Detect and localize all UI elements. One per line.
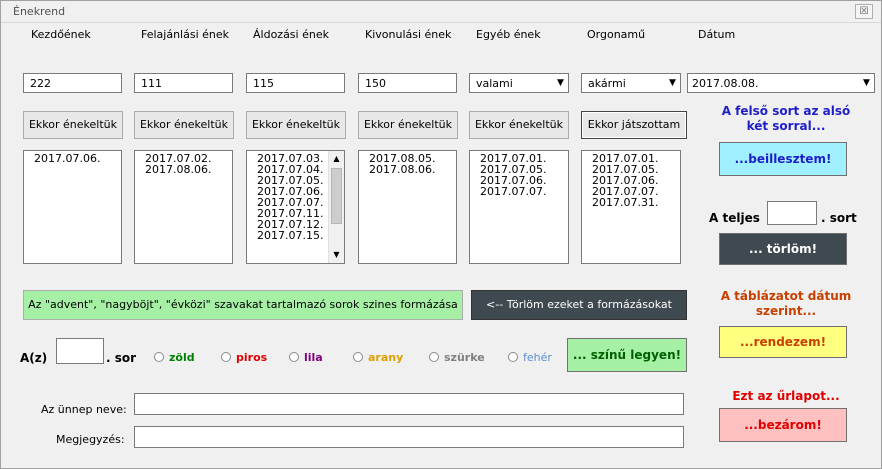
sort-heading: A táblázatot dátum szerint... (701, 289, 871, 319)
kezdoenek-history-button[interactable]: Ekkor énekeltük (23, 111, 123, 139)
kezdoenek-date-list[interactable]: 2017.07.06. (23, 150, 122, 264)
orgonamu-history-button[interactable]: Ekkor játszottam (581, 111, 687, 139)
kivonulasi-history-button[interactable]: Ekkor énekeltük (358, 111, 458, 139)
radio-label-feher: fehér (523, 351, 552, 364)
clear-format-button[interactable]: <-- Törlöm ezeket a formázásokat (471, 290, 687, 320)
radio-label-piros: piros (236, 351, 268, 364)
radio-feher[interactable]: fehér (508, 351, 552, 364)
paste-heading: A felső sort az alsó két sorral... (701, 104, 871, 134)
aldozasi-date-list[interactable]: 2017.07.03. 2017.07.04. 2017.07.05. 2017… (246, 150, 345, 264)
note-label: Megjegyzés: (56, 433, 125, 446)
felajanlasi-date-list[interactable]: 2017.07.02. 2017.08.06. (134, 150, 233, 264)
header-aldozasi: Áldozási ének (253, 28, 329, 41)
list-item[interactable]: 2017.08.06. (359, 164, 456, 175)
kivonulasi-date-list[interactable]: 2017.08.05. 2017.08.06. (358, 150, 457, 264)
chevron-down-icon[interactable]: ▼ (664, 74, 680, 92)
radio-lila[interactable]: lila (289, 351, 323, 364)
color-row-suffix: . sor (106, 351, 137, 365)
scroll-down-icon[interactable]: ▼ (329, 247, 344, 263)
feast-name-input[interactable] (134, 393, 684, 415)
radio-label-szurke: szürke (444, 351, 485, 364)
egyeb-combo[interactable]: valami ▼ (469, 73, 569, 93)
header-orgonamu: Orgonamű (587, 28, 646, 41)
apply-color-button[interactable]: ... színű legyen! (567, 338, 687, 372)
scroll-thumb[interactable] (331, 168, 342, 224)
radio-label-lila: lila (304, 351, 323, 364)
egyeb-history-button[interactable]: Ekkor énekeltük (469, 111, 569, 139)
delete-row-input[interactable] (767, 201, 817, 225)
radio-circle-icon[interactable] (508, 352, 518, 362)
list-item[interactable]: 2017.08.06. (135, 164, 232, 175)
kezdoenek-input[interactable]: 222 (23, 73, 122, 93)
radio-piros[interactable]: piros (221, 351, 267, 364)
radio-circle-icon[interactable] (154, 352, 164, 362)
list-item[interactable]: 2017.07.07. (470, 186, 568, 197)
header-felajanlasi: Felajánlási ének (141, 28, 230, 41)
scroll-up-icon[interactable]: ▲ (329, 151, 344, 167)
delete-suffix: . sort (821, 211, 857, 225)
delete-prefix: A teljes (709, 211, 760, 225)
kivonulasi-input[interactable]: 150 (358, 73, 457, 93)
datum-combo-value: 2017.08.08. (692, 77, 759, 90)
close-form-button[interactable]: ...bezárom! (719, 408, 847, 442)
aldozasi-input[interactable]: 115 (246, 73, 345, 93)
delete-row-button[interactable]: ... törlöm! (719, 233, 847, 265)
note-input[interactable] (134, 426, 684, 448)
radio-circle-icon[interactable] (289, 352, 299, 362)
list-item[interactable]: 2017.07.06. (24, 153, 121, 164)
radio-zold[interactable]: zöld (154, 351, 195, 364)
felajanlasi-history-button[interactable]: Ekkor énekeltük (134, 111, 234, 139)
window-title: Énekrend (13, 5, 66, 18)
paste-heading-line1: A felső sort az alsó (721, 104, 851, 118)
color-row-prefix: A(z) (20, 351, 48, 365)
format-rows-button[interactable]: Az "advent", "nagyböjt", "évközi" szavak… (23, 290, 463, 320)
feast-name-label: Az ünnep neve: (41, 403, 127, 416)
sort-heading-line1: A táblázatot dátum (720, 289, 852, 303)
title-bar: Énekrend ☒ (1, 1, 881, 23)
orgonamu-combo-value: akármi (588, 77, 626, 90)
header-kezdoenek: Kezdőének (31, 28, 91, 41)
aldozasi-history-button[interactable]: Ekkor énekeltük (246, 111, 346, 139)
radio-arany[interactable]: arany (353, 351, 403, 364)
radio-circle-icon[interactable] (429, 352, 439, 362)
radio-szurke[interactable]: szürke (429, 351, 485, 364)
chevron-down-icon[interactable]: ▼ (858, 74, 874, 92)
orgonamu-combo[interactable]: akármi ▼ (581, 73, 681, 93)
header-egyeb: Egyéb ének (476, 28, 541, 41)
close-window-button[interactable]: ☒ (855, 4, 873, 19)
felajanlasi-input[interactable]: 111 (134, 73, 233, 93)
header-datum: Dátum (698, 28, 736, 41)
form-window: Énekrend ☒ Kezdőének Felajánlási ének Ál… (0, 0, 882, 469)
list-item[interactable]: 2017.07.31. (582, 197, 680, 208)
datum-combo[interactable]: 2017.08.08. ▼ (687, 73, 875, 93)
paste-button[interactable]: ...beillesztem! (719, 142, 847, 176)
header-kivonulasi: Kivonulási ének (365, 28, 452, 41)
sort-button[interactable]: ...rendezem! (719, 326, 847, 358)
close-heading: Ezt az űrlapot... (732, 389, 840, 403)
radio-circle-icon[interactable] (221, 352, 231, 362)
color-row-input[interactable] (56, 338, 104, 364)
paste-heading-line2: két sorral... (746, 119, 826, 133)
radio-circle-icon[interactable] (353, 352, 363, 362)
chevron-down-icon[interactable]: ▼ (552, 74, 568, 92)
aldozasi-scrollbar[interactable]: ▲ ▼ (328, 151, 344, 263)
radio-label-zold: zöld (169, 351, 195, 364)
radio-label-arany: arany (368, 351, 404, 364)
sort-heading-line2: szerint... (755, 304, 817, 318)
egyeb-date-list[interactable]: 2017.07.01. 2017.07.05. 2017.07.06. 2017… (469, 150, 569, 264)
orgonamu-date-list[interactable]: 2017.07.01. 2017.07.05. 2017.07.06. 2017… (581, 150, 681, 264)
egyeb-combo-value: valami (476, 77, 513, 90)
